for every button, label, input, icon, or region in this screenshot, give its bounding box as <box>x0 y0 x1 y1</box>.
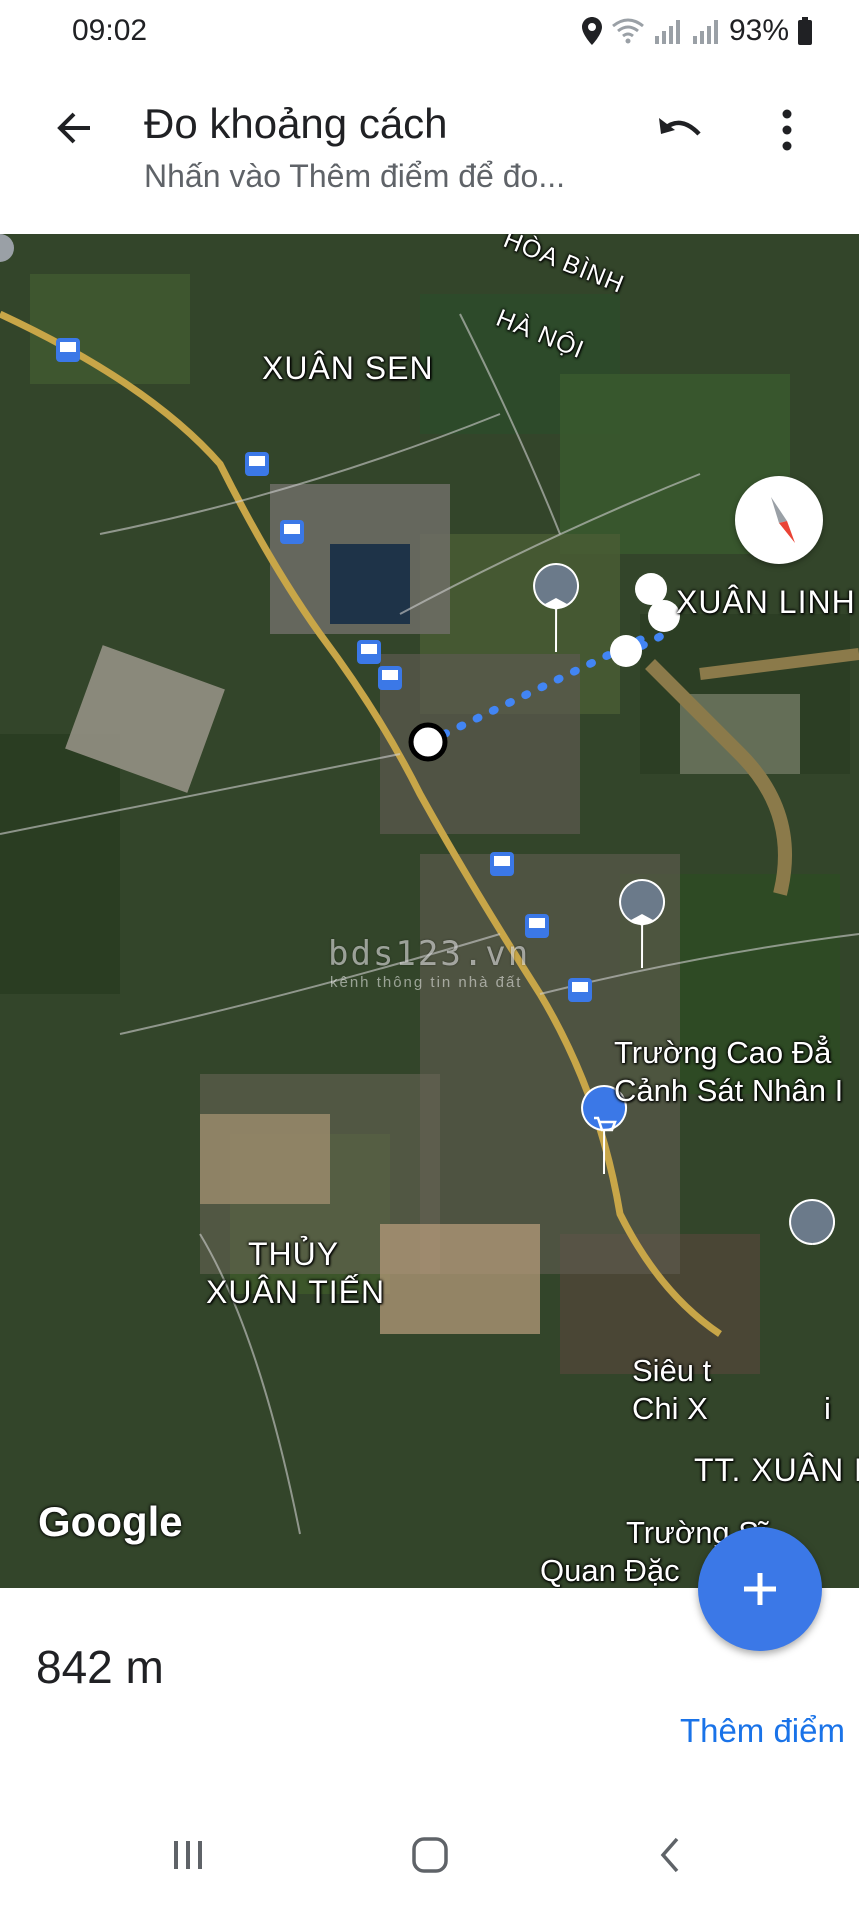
map-label-xuan-tien: XUÂN TIẾN <box>206 1274 386 1310</box>
battery-percent: 93% <box>728 14 789 47</box>
recent-apps-icon <box>174 1841 202 1869</box>
status-icons: 93% <box>581 14 813 48</box>
map-label-thuy: THỦY <box>248 1236 340 1272</box>
status-time: 09:02 <box>72 14 148 47</box>
measured-distance: 842 m <box>36 1641 164 1693</box>
page-title: Đo khoảng cách <box>144 100 448 147</box>
back-icon <box>660 1837 679 1873</box>
app-bar: Đo khoảng cách Nhấn vào Thêm điểm để đo.… <box>0 68 859 234</box>
map-label-xuan-linh: XUÂN LINH <box>676 584 856 620</box>
plus-icon <box>744 1573 776 1605</box>
poi-label-line: Siêu t <box>632 1353 712 1388</box>
location-icon <box>581 16 603 46</box>
poi-label-line: Chi X <box>632 1391 708 1426</box>
watermark: bds123.vn <box>328 934 531 974</box>
measure-start-point <box>408 722 448 762</box>
more-options-button[interactable] <box>762 98 812 162</box>
school-pin-icon <box>789 1199 836 1245</box>
poi-label-line: Cảnh Sát Nhân I <box>614 1073 844 1108</box>
poi-truong-cao-dang[interactable]: Trường Cao Đẳ Cảnh Sát Nhân I <box>614 1034 843 1110</box>
watermark-subtitle: kênh thông tin nhà đất <box>330 974 523 991</box>
compass-icon <box>771 497 795 543</box>
signal-icon <box>653 16 683 46</box>
poi-label-line: Trường Cao Đẳ <box>614 1035 832 1070</box>
add-point-fab[interactable] <box>698 1527 822 1651</box>
map-canvas <box>0 234 859 1588</box>
undo-button[interactable] <box>648 98 712 162</box>
back-arrow-icon <box>57 112 90 144</box>
home-icon <box>412 1837 448 1873</box>
more-vert-icon <box>782 109 792 151</box>
map-label-xuan-sen: XUÂN SEN <box>262 350 434 386</box>
measure-point <box>610 635 642 667</box>
signal-icon <box>691 16 721 46</box>
system-nav-bar <box>0 1800 859 1908</box>
recent-apps-button[interactable] <box>158 1830 218 1880</box>
back-button[interactable] <box>46 100 102 156</box>
poi-sieu-thi-fragment: i <box>824 1391 831 1426</box>
page-subtitle: Nhấn vào Thêm điểm để đo... <box>144 158 565 194</box>
home-button[interactable] <box>400 1830 460 1880</box>
map-label-tt-xuan-m: TT. XUÂN M <box>694 1452 859 1488</box>
status-bar: 09:02 93% <box>0 0 859 68</box>
measure-point <box>635 573 667 605</box>
compass-button[interactable] <box>735 476 823 564</box>
satellite-map[interactable]: HÒA BÌNH HÀ NỘI XUÂN SEN XUÂN LINH THỦY … <box>0 234 859 1588</box>
back-nav-button[interactable] <box>640 1830 700 1880</box>
battery-icon <box>797 16 813 46</box>
undo-icon <box>659 118 701 136</box>
poi-sieu-thi[interactable]: Siêu t Chi X <box>632 1352 711 1428</box>
add-point-button[interactable]: Thêm điểm <box>680 1712 845 1750</box>
wifi-icon <box>611 16 645 46</box>
google-attribution: Google <box>38 1498 183 1545</box>
